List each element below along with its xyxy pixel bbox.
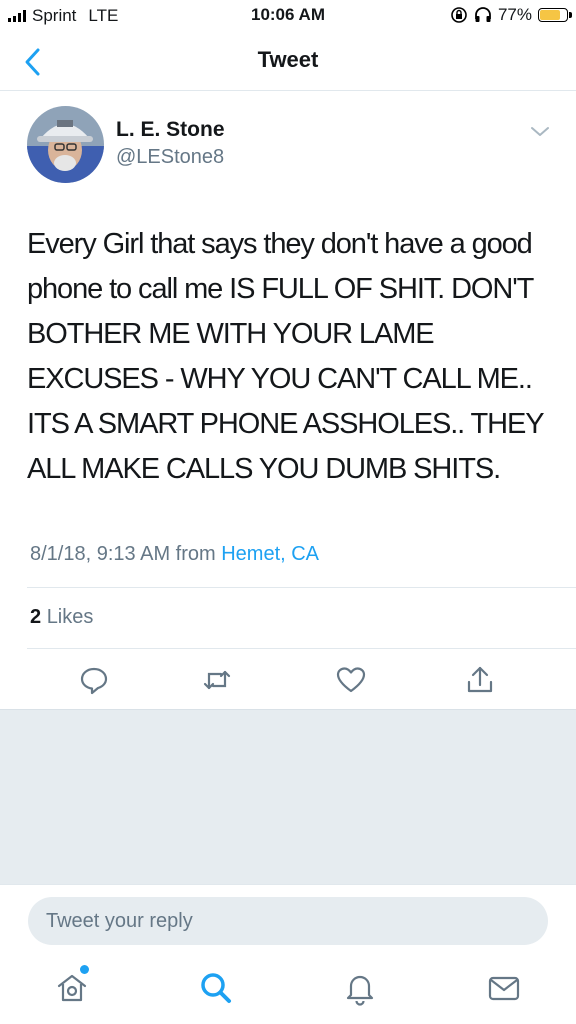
tweet-meta: 8/1/18, 9:13 AM from Hemet, CA [30, 543, 319, 566]
likes-label: Likes [46, 606, 94, 628]
battery-icon [538, 8, 572, 22]
likes-count[interactable]: 2 Likes [30, 606, 93, 629]
author-handle[interactable]: @LEStone8 [116, 146, 224, 169]
more-options-button[interactable] [528, 124, 552, 140]
retweet-icon [203, 670, 231, 690]
comment-icon [80, 667, 108, 695]
avatar[interactable] [27, 106, 104, 183]
tab-search[interactable] [198, 970, 234, 1006]
avatar-image [27, 106, 104, 183]
tweet-timestamp: 8/1/18, 9:13 AM from [30, 543, 216, 565]
divider [27, 587, 576, 588]
divider [27, 648, 576, 649]
retweet-button[interactable] [201, 664, 233, 696]
heart-icon [336, 667, 366, 693]
share-button[interactable] [464, 664, 496, 696]
tab-home[interactable] [54, 970, 90, 1006]
bell-icon [346, 975, 374, 1006]
chevron-down-icon [531, 127, 549, 136]
headphones-icon [475, 7, 491, 22]
search-icon [201, 973, 231, 1003]
reply-input[interactable] [28, 897, 548, 945]
status-bar: Sprint LTE 10:06 AM 77% [0, 0, 576, 34]
page-title: Tweet [257, 47, 319, 72]
like-button[interactable] [335, 664, 367, 696]
tab-notifications[interactable] [342, 970, 378, 1006]
tweet-text: Every Girl that says they don't have a g… [27, 228, 544, 485]
notification-dot [80, 965, 89, 974]
replies-area [0, 709, 576, 885]
battery-level-fill [540, 10, 561, 20]
orientation-lock-icon [451, 7, 467, 23]
status-right: 77% [450, 5, 572, 25]
battery-percent: 77% [497, 5, 532, 24]
likes-number: 2 [30, 606, 42, 628]
tab-messages[interactable] [486, 970, 522, 1006]
mail-icon [488, 976, 520, 1001]
home-icon [57, 974, 87, 1002]
reply-button[interactable] [78, 664, 110, 696]
reply-bar [0, 884, 576, 955]
tweet-location-link[interactable]: Hemet, CA [221, 543, 319, 565]
nav-bar: Tweet [0, 34, 576, 91]
author-name[interactable]: L. E. Stone [116, 118, 225, 142]
share-icon [467, 666, 493, 693]
